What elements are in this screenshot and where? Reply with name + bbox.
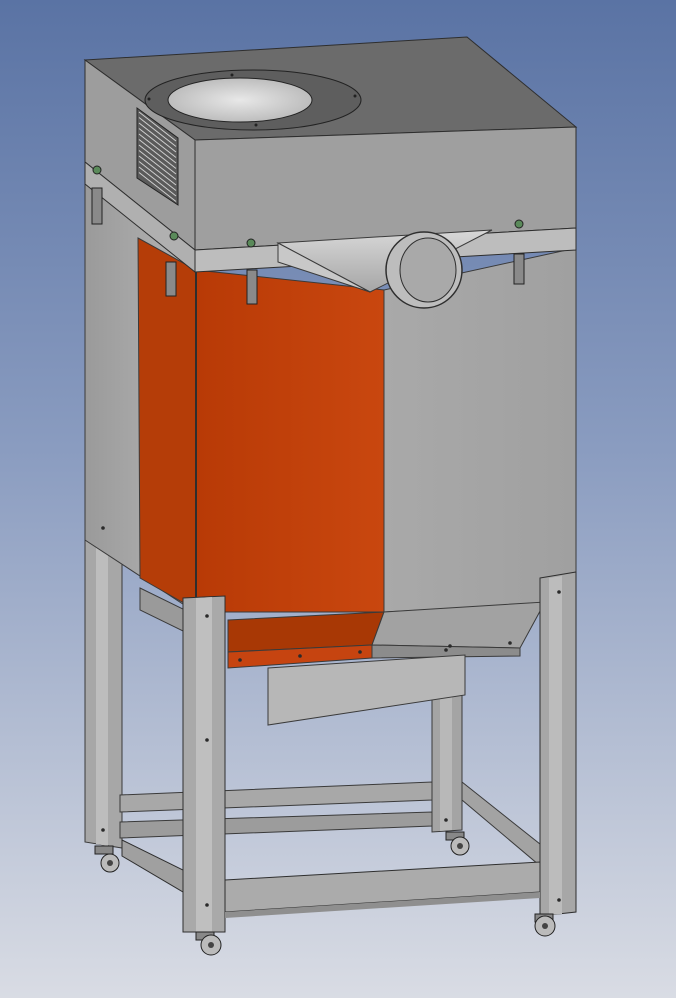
back-leg-left <box>84 511 123 849</box>
top-outlet-opening <box>167 77 313 123</box>
machine-render <box>0 0 676 998</box>
cad-render-viewport <box>0 0 676 998</box>
orange-door-front <box>195 269 385 613</box>
front-leg-left <box>182 595 226 933</box>
caster-front-right <box>534 913 556 937</box>
front-leg-right <box>539 571 577 917</box>
